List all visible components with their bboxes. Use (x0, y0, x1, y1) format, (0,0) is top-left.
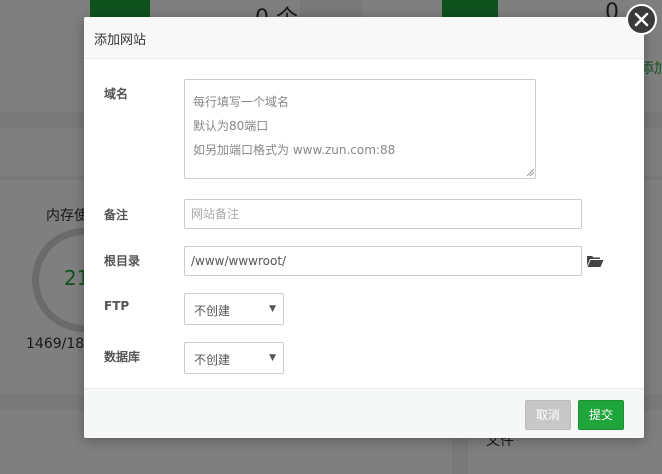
root-dir-label: 根目录 (104, 254, 141, 268)
domain-label: 域名 (104, 87, 129, 101)
domain-textarea[interactable] (184, 79, 536, 179)
close-button[interactable] (626, 4, 657, 35)
root-dir-input[interactable] (184, 246, 582, 276)
database-select[interactable]: 不创建 ▼ (184, 342, 284, 374)
close-icon (634, 12, 649, 27)
dialog-title: 添加网站 (94, 33, 147, 48)
remark-input[interactable] (184, 199, 582, 229)
chevron-down-icon: ▼ (269, 304, 276, 314)
dialog-footer: 取消 提交 (84, 388, 644, 438)
ftp-select[interactable]: 不创建 ▼ (184, 293, 284, 325)
resize-grip-icon[interactable] (526, 168, 534, 176)
ftp-label: FTP (104, 299, 130, 313)
folder-open-icon[interactable] (586, 254, 604, 268)
add-site-dialog: 添加网站 域名 备注 根目录 FTP 不创建 ▼ 数据库 不创建 ▼ 取消 提交 (84, 17, 644, 438)
cancel-button[interactable]: 取消 (525, 400, 572, 430)
submit-button[interactable]: 提交 (578, 400, 625, 430)
ftp-select-value: 不创建 (194, 304, 231, 318)
chevron-down-icon: ▼ (269, 353, 276, 363)
remark-label: 备注 (104, 208, 129, 222)
dialog-header: 添加网站 (84, 17, 644, 59)
database-label: 数据库 (104, 350, 141, 364)
database-select-value: 不创建 (194, 353, 231, 367)
